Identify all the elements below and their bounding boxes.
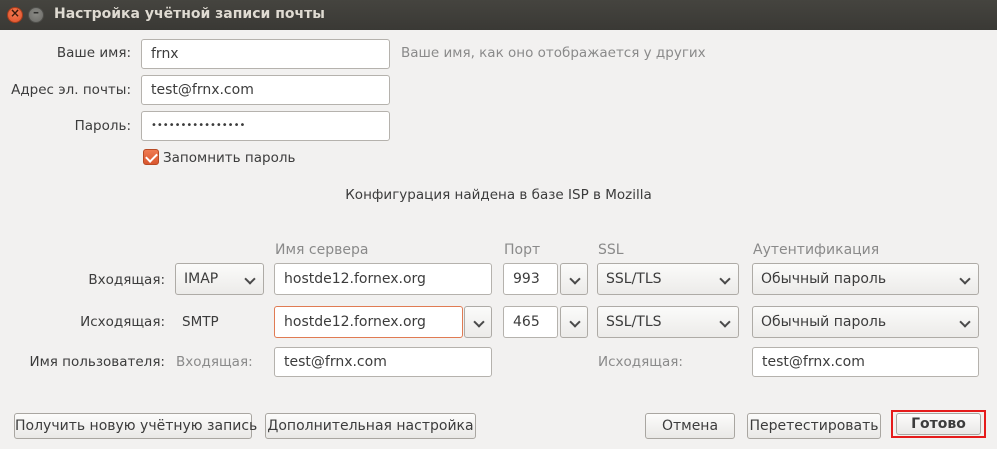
incoming-protocol-value: IMAP: [184, 271, 219, 287]
password-field[interactable]: ••••••••••••••••: [141, 111, 390, 141]
incoming-username-label: Входящая:: [176, 354, 253, 370]
chevron-down-icon: [569, 273, 581, 285]
chevron-down-icon: [719, 273, 731, 285]
incoming-ssl-select[interactable]: SSL/TLS: [597, 263, 739, 295]
outgoing-protocol: SMTP: [182, 314, 219, 330]
outgoing-port-field[interactable]: 465: [503, 306, 558, 338]
chevron-down-icon: [959, 273, 971, 285]
window-title: Настройка учётной записи почты: [54, 6, 325, 22]
outgoing-ssl-value: SSL/TLS: [606, 314, 662, 330]
remember-password-label[interactable]: Запомнить пароль: [163, 150, 295, 166]
auth-header: Аутентификация: [753, 242, 880, 258]
name-field[interactable]: frnx: [141, 39, 390, 69]
retest-button[interactable]: Перетестировать: [747, 413, 881, 439]
chevron-down-icon: [244, 273, 256, 285]
outgoing-port-dropdown[interactable]: [560, 306, 588, 338]
incoming-port-field[interactable]: 993: [503, 263, 558, 295]
chevron-down-icon: [569, 316, 581, 328]
done-button[interactable]: Готово: [896, 413, 981, 435]
get-new-account-button[interactable]: Получить новую учётную запись: [14, 413, 257, 439]
username-label: Имя пользователя:: [29, 354, 165, 370]
outgoing-label: Исходящая:: [80, 314, 165, 330]
cancel-button[interactable]: Отмена: [645, 413, 735, 439]
outgoing-ssl-select[interactable]: SSL/TLS: [597, 306, 739, 338]
incoming-server-field[interactable]: hostde12.fornex.org: [274, 263, 492, 295]
remember-password-checkbox[interactable]: [143, 149, 159, 165]
outgoing-username-field[interactable]: test@frnx.com: [752, 347, 979, 377]
outgoing-auth-value: Обычный пароль: [761, 314, 887, 330]
chevron-down-icon: [959, 316, 971, 328]
incoming-auth-value: Обычный пароль: [761, 271, 887, 287]
email-label: Адрес эл. почты:: [11, 82, 131, 98]
minimize-icon: –: [33, 5, 39, 19]
password-label: Пароль:: [74, 118, 131, 134]
name-hint: Ваше имя, как оно отображается у других: [401, 45, 706, 61]
name-label: Ваше имя:: [56, 45, 131, 61]
incoming-label: Входящая:: [88, 272, 165, 288]
email-field[interactable]: test@frnx.com: [141, 75, 390, 105]
outgoing-server-field[interactable]: hostde12.fornex.org: [274, 306, 463, 338]
incoming-port-dropdown[interactable]: [560, 263, 588, 295]
port-header: Порт: [504, 242, 541, 258]
incoming-protocol-select[interactable]: IMAP: [175, 263, 264, 295]
title-bar: × – Настройка учётной записи почты: [0, 0, 997, 30]
incoming-auth-select[interactable]: Обычный пароль: [752, 263, 979, 295]
chevron-down-icon: [719, 316, 731, 328]
incoming-ssl-value: SSL/TLS: [606, 271, 662, 287]
close-icon: ×: [9, 6, 21, 20]
incoming-username-field[interactable]: test@frnx.com: [274, 347, 492, 377]
ssl-header: SSL: [598, 242, 624, 258]
outgoing-username-label: Исходящая:: [598, 354, 683, 370]
close-window-button[interactable]: ×: [7, 6, 23, 23]
outgoing-server-dropdown[interactable]: [464, 306, 492, 338]
advanced-config-button[interactable]: Дополнительная настройка: [265, 413, 476, 439]
config-status-message: Конфигурация найдена в базе ISP в Mozill…: [345, 187, 652, 203]
server-name-header: Имя сервера: [275, 242, 369, 258]
outgoing-auth-select[interactable]: Обычный пароль: [752, 306, 979, 338]
minimize-window-button[interactable]: –: [28, 5, 44, 23]
chevron-down-icon: [473, 316, 485, 328]
